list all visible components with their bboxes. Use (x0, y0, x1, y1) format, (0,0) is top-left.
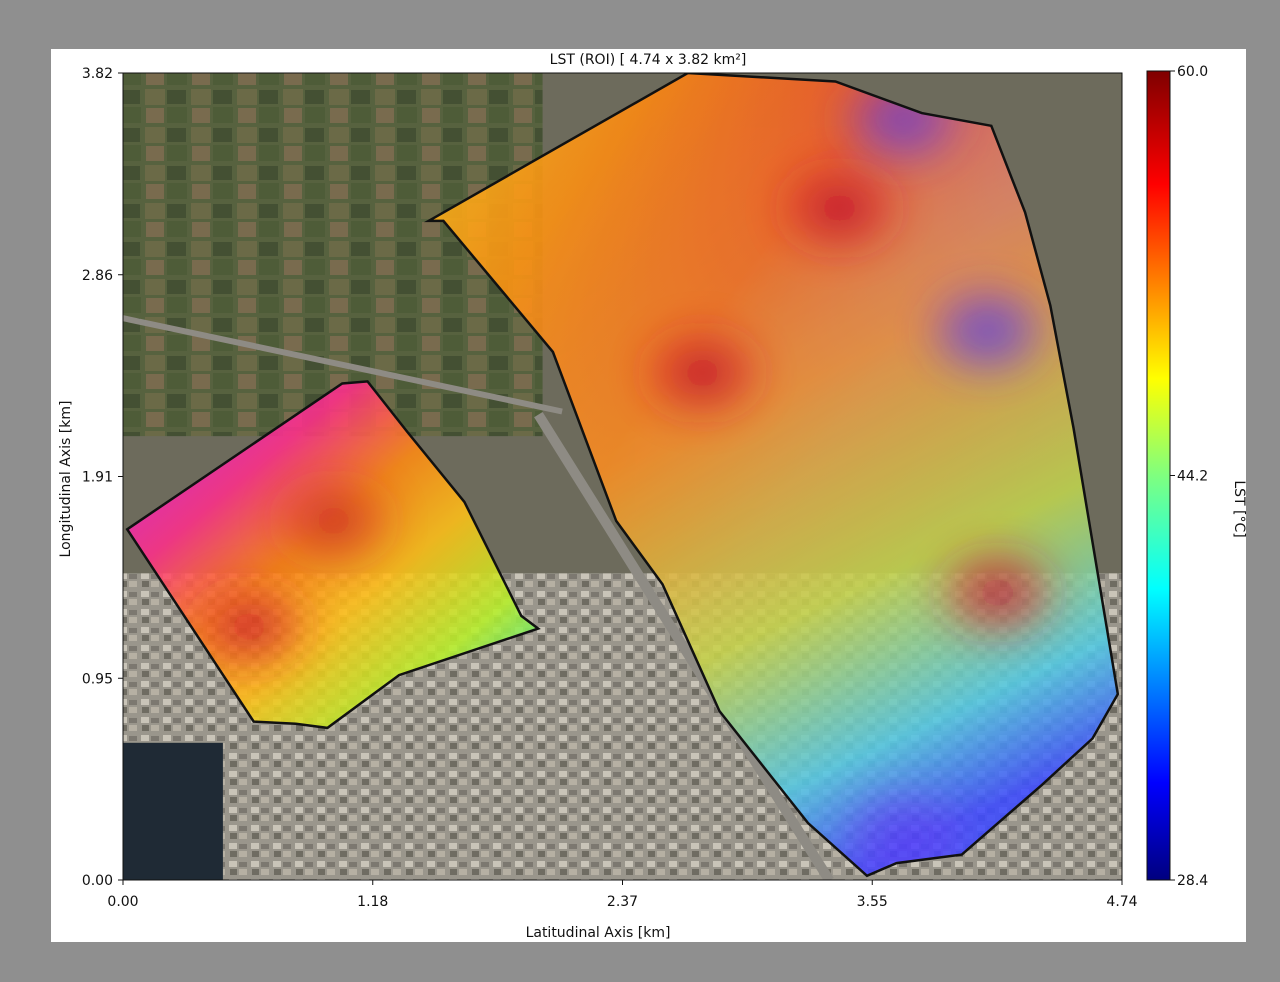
hotspot-west-2 (263, 465, 404, 576)
x-tick-label: 3.55 (857, 894, 888, 910)
y-tick-label: 1.91 (82, 470, 113, 486)
x-axis-label: Latitudinal Axis [km] (526, 925, 671, 941)
plot-area (123, 73, 1122, 880)
y-axis-label: Longitudinal Axis [km] (58, 401, 74, 558)
x-tick-label: 2.37 (607, 894, 638, 910)
hotspot-east-1 (632, 317, 773, 428)
lst-figure: LST (ROI) [ 4.74 x 3.82 km²] 0.00 1.18 2… (58, 52, 1246, 941)
chart-title: LST (ROI) [ 4.74 x 3.82 km²] (550, 52, 747, 68)
colorbar-label: LST [°C] (1231, 480, 1246, 537)
colorbar-tick-label: 28.4 (1177, 873, 1208, 889)
colorbar: 60.0 44.2 28.4 LST [°C] (1146, 64, 1246, 889)
colorbar-gradient (1147, 71, 1170, 880)
colorbar-tick-label: 44.2 (1177, 469, 1208, 485)
y-tick-label: 2.86 (82, 268, 113, 284)
y-tick-label: 3.82 (82, 66, 113, 82)
chart-panel: LST (ROI) [ 4.74 x 3.82 km²] 0.00 1.18 2… (51, 49, 1246, 942)
x-tick-label: 4.74 (1106, 894, 1137, 910)
hotspot-east-5 (917, 275, 1058, 386)
x-tick-label: 0.00 (107, 894, 138, 910)
y-tick-label: 0.00 (82, 873, 113, 889)
y-tick-label: 0.95 (82, 671, 113, 687)
x-tick-label: 1.18 (357, 894, 388, 910)
colorbar-tick-label: 60.0 (1177, 64, 1208, 80)
hotspot-east-3 (927, 537, 1068, 648)
